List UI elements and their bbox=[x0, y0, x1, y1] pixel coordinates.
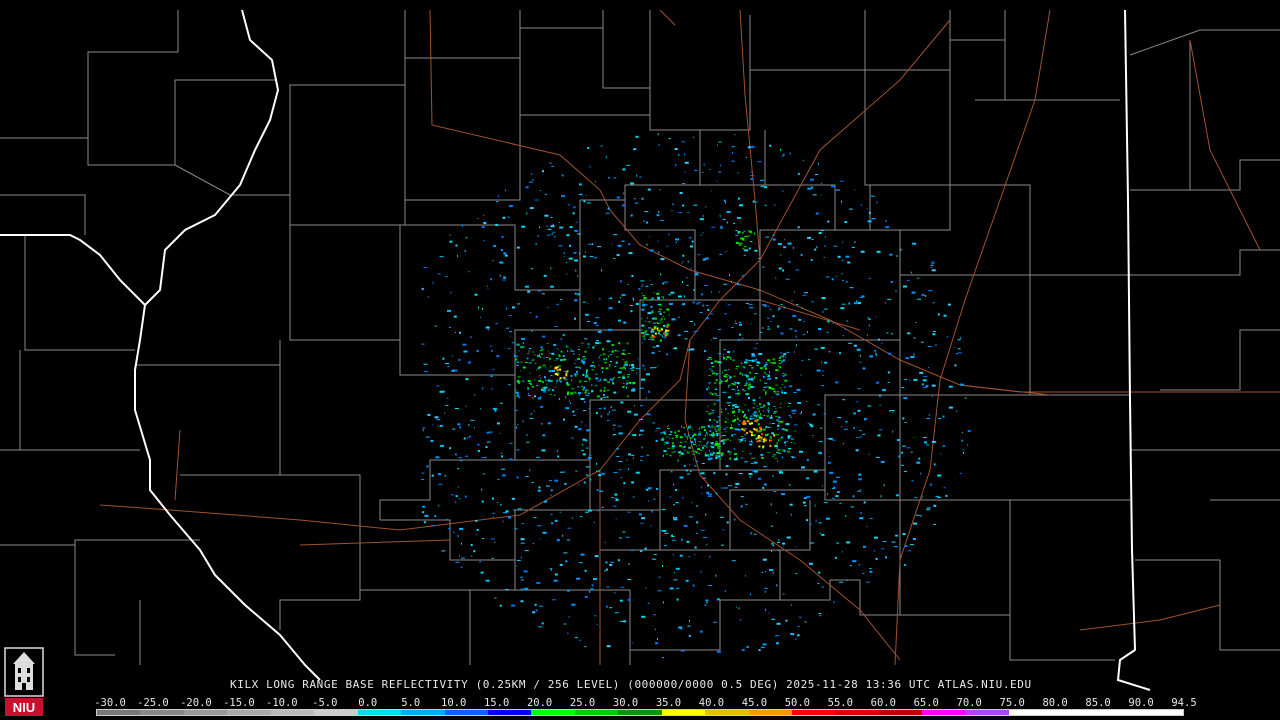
scale-segment bbox=[792, 710, 836, 715]
scale-tick-label: 35.0 bbox=[655, 697, 682, 709]
scale-segment bbox=[618, 710, 662, 715]
product-caption: KILX LONG RANGE BASE REFLECTIVITY (0.25K… bbox=[230, 678, 1032, 691]
scale-tick-label: -20.0 bbox=[180, 697, 212, 709]
county-boundaries bbox=[0, 10, 1280, 665]
scale-tick-label: 20.0 bbox=[526, 697, 553, 709]
scale-segment bbox=[574, 710, 619, 715]
scale-segment bbox=[357, 710, 402, 715]
scale-tick-label: 80.0 bbox=[1042, 697, 1068, 709]
scale-tick-label: -15.0 bbox=[223, 697, 255, 709]
scale-segment bbox=[878, 710, 923, 715]
scale-segment bbox=[1009, 710, 1053, 715]
scale-tick-label: 10.0 bbox=[441, 697, 467, 709]
scale-segment bbox=[270, 710, 315, 715]
scale-tick-label: 85.0 bbox=[1085, 697, 1111, 709]
scale-segment bbox=[97, 710, 141, 715]
niu-logo-icon: NIU bbox=[4, 647, 44, 716]
scale-tick-label: 50.0 bbox=[784, 697, 811, 709]
scale-tick-label: -30.0 bbox=[94, 697, 126, 709]
scale-segment bbox=[314, 710, 358, 715]
scale-tick-label: 45.0 bbox=[741, 697, 768, 709]
scale-tick-label: 94.5 bbox=[1171, 697, 1197, 709]
scale-tick-label: 15.0 bbox=[483, 697, 510, 709]
scale-tick-label: -10.0 bbox=[266, 697, 298, 709]
scale-tick-label: 65.0 bbox=[913, 697, 939, 709]
scale-tick-label: 55.0 bbox=[827, 697, 853, 709]
radar-viewer: KILX LONG RANGE BASE REFLECTIVITY (0.25K… bbox=[0, 0, 1280, 720]
scale-segment bbox=[140, 710, 184, 715]
scale-segment bbox=[401, 710, 445, 715]
scale-segment bbox=[487, 710, 532, 715]
scale-segment bbox=[835, 710, 879, 715]
scale-tick-label: -25.0 bbox=[137, 697, 169, 709]
radar-map bbox=[0, 9, 1280, 691]
scale-segment bbox=[531, 710, 575, 715]
scale-tick-label: 40.0 bbox=[698, 697, 725, 709]
reflectivity-echoes bbox=[421, 133, 971, 659]
scale-segment bbox=[1096, 710, 1140, 715]
scale-segment bbox=[227, 710, 271, 715]
scale-segment bbox=[922, 710, 966, 715]
logo-text: NIU bbox=[13, 700, 35, 715]
scale-tick-label: 70.0 bbox=[956, 697, 982, 709]
scale-segment bbox=[444, 710, 488, 715]
scale-segment bbox=[748, 710, 792, 715]
state-boundaries bbox=[0, 9, 1151, 691]
scale-segment bbox=[1139, 710, 1183, 715]
scale-tick-label: 25.0 bbox=[569, 697, 596, 709]
scale-tick-label: 30.0 bbox=[612, 697, 639, 709]
scale-segment bbox=[661, 710, 706, 715]
scale-tick-label: 60.0 bbox=[870, 697, 896, 709]
reflectivity-color-scale bbox=[96, 709, 1184, 716]
scale-tick-label: 5.0 bbox=[401, 697, 421, 709]
highway-lines bbox=[99, 9, 1280, 666]
scale-tick-label: 90.0 bbox=[1128, 697, 1154, 709]
scale-tick-label: 75.0 bbox=[999, 697, 1025, 709]
scale-segment bbox=[965, 710, 1010, 715]
scale-segment bbox=[1052, 710, 1097, 715]
scale-tick-label: -5.0 bbox=[312, 697, 338, 709]
scale-segment bbox=[705, 710, 749, 715]
scale-segment bbox=[183, 710, 228, 715]
scale-tick-label: 0.0 bbox=[358, 697, 378, 709]
scale-labels: -30.0 -25.0 -20.0 -15.0 -10.0 -5.0 0.0 5.0 10.0 1… bbox=[94, 697, 1197, 709]
